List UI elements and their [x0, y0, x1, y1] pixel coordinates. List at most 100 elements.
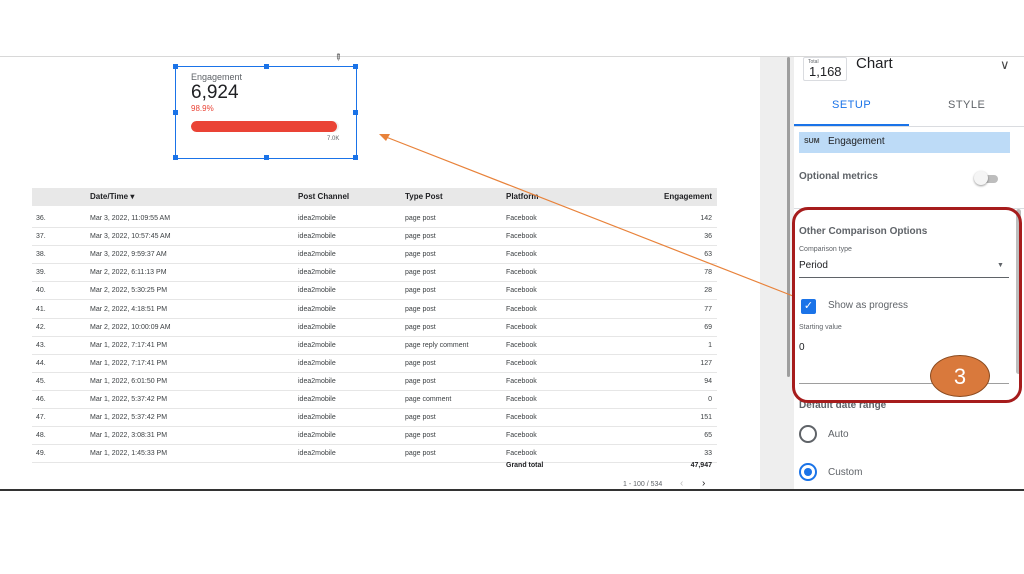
cell-idx: 40. [36, 287, 46, 295]
metric-chip-engagement[interactable]: SUM Engagement [799, 132, 1010, 153]
header-post-channel[interactable]: Post Channel [298, 192, 349, 201]
cell-datetime: Mar 1, 2022, 7:17:41 PM [90, 341, 168, 349]
cell-platform: Facebook [506, 269, 537, 277]
scorecard-percent: 98.9% [191, 104, 214, 113]
cell-datetime: Mar 2, 2022, 5:30:25 PM [90, 287, 168, 295]
cell-channel: idea2mobile [298, 341, 336, 349]
table-row[interactable]: 43. Mar 1, 2022, 7:17:41 PM idea2mobile pag… [32, 337, 717, 355]
cell-datetime: Mar 1, 2022, 7:17:41 PM [90, 359, 168, 367]
cell-platform: Facebook [506, 414, 537, 422]
grand-total-value: 47,947 [690, 462, 712, 469]
cell-type: page post [405, 269, 436, 277]
cell-engagement: 151 [700, 414, 712, 422]
cell-platform: Facebook [506, 396, 537, 403]
cell-idx: 45. [36, 377, 46, 385]
cell-datetime: Mar 1, 2022, 1:45:33 PM [90, 450, 168, 458]
header-engagement[interactable]: Engagement [632, 192, 712, 201]
header-platform[interactable]: Platform [506, 192, 538, 201]
resize-handle[interactable] [353, 64, 358, 69]
table-row[interactable]: 45. Mar 1, 2022, 6:01:50 PM idea2mobile pag… [32, 373, 717, 391]
table-row[interactable]: 44. Mar 1, 2022, 7:17:41 PM idea2mobile pag… [32, 355, 717, 373]
cell-idx: 49. [36, 450, 46, 458]
cell-engagement: 127 [700, 359, 712, 367]
table-row[interactable]: 36. Mar 3, 2022, 11:09:55 AM idea2mobile pa… [32, 210, 717, 228]
cell-engagement: 142 [700, 215, 712, 222]
cell-datetime: Mar 1, 2022, 6:01:50 PM [90, 377, 168, 385]
table-row[interactable]: 42. Mar 2, 2022, 10:00:09 AM idea2mobile pa… [32, 319, 717, 337]
scorecard-progress-bar [191, 121, 339, 132]
cell-idx: 41. [36, 305, 46, 313]
toggle-knob[interactable] [974, 171, 988, 185]
next-page-icon[interactable]: › [702, 478, 705, 489]
progress-fill [191, 121, 338, 132]
resize-handle[interactable] [173, 110, 178, 115]
prev-page-icon[interactable]: ‹ [680, 478, 683, 489]
table-row[interactable]: 39. Mar 2, 2022, 6:11:13 PM idea2mobile pag… [32, 264, 717, 283]
cell-channel: idea2mobile [298, 396, 336, 403]
table-row[interactable]: 47. Mar 1, 2022, 5:37:42 PM idea2mobile pag… [32, 409, 717, 428]
slide: Engagement 6,924 98.9% 7.0K ✎ Date/Time … [0, 0, 1024, 574]
resize-handle[interactable] [353, 155, 358, 160]
header-datetime[interactable]: Date/Time ▾ [90, 192, 134, 201]
cell-datetime: Mar 3, 2022, 11:09:55 AM [90, 215, 171, 222]
radio-custom-label[interactable]: Custom [828, 467, 862, 478]
cell-platform: Facebook [506, 251, 537, 259]
table-row[interactable]: 37. Mar 3, 2022, 10:57:45 AM idea2mobile pa… [32, 228, 717, 247]
resize-handle[interactable] [264, 155, 269, 160]
cell-type: page post [405, 233, 436, 241]
cell-engagement: 65 [704, 432, 712, 440]
radio-auto[interactable] [799, 425, 817, 443]
resize-handle[interactable] [173, 155, 178, 160]
table-row[interactable]: 49. Mar 1, 2022, 1:45:33 PM idea2mobile pag… [32, 445, 717, 464]
table-row[interactable]: 48. Mar 1, 2022, 3:08:31 PM idea2mobile pag… [32, 427, 717, 446]
step-badge: 3 [930, 355, 990, 397]
table-header: Date/Time ▾ Post Channel Type Post Platf… [32, 188, 717, 206]
cell-engagement: 63 [704, 251, 712, 259]
cell-engagement: 33 [704, 450, 712, 458]
canvas-scrollbar[interactable] [787, 57, 790, 377]
cell-platform: Facebook [506, 305, 537, 313]
cell-datetime: Mar 1, 2022, 5:37:42 PM [90, 414, 168, 422]
cell-engagement: 78 [704, 269, 712, 277]
chart-type-chip[interactable]: Total 1,168 [803, 57, 847, 81]
cell-type: page comment [405, 396, 452, 403]
table-row[interactable]: 41. Mar 2, 2022, 4:18:51 PM idea2mobile pag… [32, 301, 717, 319]
cell-channel: idea2mobile [298, 377, 336, 385]
cell-platform: Facebook [506, 287, 537, 295]
resize-handle[interactable] [353, 110, 358, 115]
cell-type: page post [405, 450, 436, 458]
cell-channel: idea2mobile [298, 269, 336, 277]
cell-engagement: 69 [704, 323, 712, 331]
table-row[interactable]: 38. Mar 3, 2022, 9:59:37 AM idea2mobile pag… [32, 246, 717, 265]
resize-handle[interactable] [264, 64, 269, 69]
cell-channel: idea2mobile [298, 287, 336, 295]
table-row[interactable]: 46. Mar 1, 2022, 5:37:42 PM idea2mobile pag… [32, 391, 717, 409]
sort-desc-icon[interactable]: ▾ [130, 192, 134, 201]
cell-idx: 42. [36, 323, 46, 331]
cell-idx: 39. [36, 269, 46, 277]
chip-value: 1,168 [809, 64, 842, 79]
cell-type: page post [405, 215, 436, 222]
engagement-scorecard[interactable]: Engagement 6,924 98.9% 7.0K [173, 64, 358, 160]
cell-type: page post [405, 377, 436, 385]
chevron-down-icon[interactable]: ∨ [1000, 57, 1010, 73]
cell-platform: Facebook [506, 377, 537, 385]
tab-style[interactable]: STYLE [948, 99, 985, 111]
cell-engagement: 77 [704, 305, 712, 313]
optional-metrics-label: Optional metrics [799, 171, 878, 182]
aggregation-tag[interactable]: SUM [804, 138, 820, 145]
tab-setup[interactable]: SETUP [832, 99, 871, 111]
cell-datetime: Mar 2, 2022, 4:18:51 PM [90, 305, 168, 313]
cell-platform: Facebook [506, 341, 537, 349]
cell-channel: idea2mobile [298, 432, 336, 440]
radio-custom[interactable] [799, 463, 817, 481]
radio-auto-label[interactable]: Auto [828, 429, 849, 440]
header-type-post[interactable]: Type Post [405, 192, 443, 201]
scorecard-value: 6,924 [191, 82, 239, 103]
resize-handle[interactable] [173, 64, 178, 69]
cell-platform: Facebook [506, 215, 537, 222]
grand-total-label: Grand total [506, 462, 544, 469]
metric-name: Engagement [828, 136, 885, 147]
cell-datetime: Mar 1, 2022, 3:08:31 PM [90, 432, 168, 440]
table-row[interactable]: 40. Mar 2, 2022, 5:30:25 PM idea2mobile pag… [32, 282, 717, 301]
